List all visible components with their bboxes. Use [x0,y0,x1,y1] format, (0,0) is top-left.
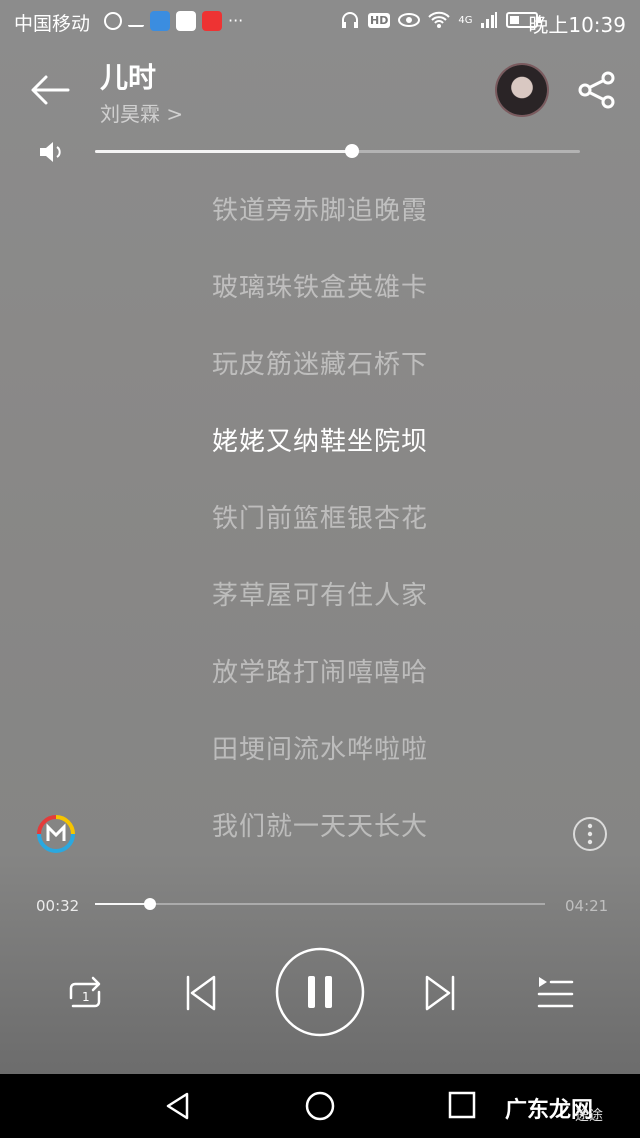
song-title: 儿时 [100,61,157,94]
volume-icon[interactable] [38,140,66,164]
lyric-line[interactable]: 铁门前篮框银杏花 [0,498,640,535]
previous-track-icon[interactable] [183,973,219,1013]
lyric-line[interactable]: 田埂间流水哗啦啦 [0,729,640,766]
music-app-logo-icon[interactable] [36,814,76,854]
current-time: 00:32 [36,897,80,915]
nav-recents-icon[interactable] [448,1091,476,1119]
lyric-line[interactable]: 铁道旁赤脚追晚霞 [0,190,640,227]
more-notifications-icon: ··· [228,11,244,30]
clock: 晚上10:39 [528,13,626,37]
nav-back-icon[interactable] [163,1091,193,1121]
status-bar: 中国移动 ··· HD 4G 晚上10:39 [0,0,640,44]
lyric-line[interactable]: 玻璃珠铁盒英雄卡 [0,267,640,304]
nav-home-icon[interactable] [304,1090,336,1122]
back-arrow-icon[interactable] [30,70,70,110]
progress-knob[interactable] [144,898,157,910]
toutiao-icon [202,11,222,31]
app-icon-blue [150,11,170,31]
playlist-icon[interactable] [535,974,575,1012]
lyric-line[interactable]: 玩皮筋迷藏石桥下 [0,344,640,381]
lyric-line[interactable]: 我们就一天天长大 [0,806,640,843]
lyric-line[interactable]: 茅草屋可有住人家 [0,575,640,612]
share-icon[interactable] [577,70,617,110]
headphones-icon [342,12,358,28]
youku-icon [176,11,196,31]
progress-fill [95,903,151,905]
repeat-mode-label: 1 [82,990,90,1004]
next-track-icon[interactable] [422,973,458,1013]
volume-fill [95,150,353,153]
signal-icon [481,12,498,28]
watermark-sub: 途途 [575,1108,603,1124]
hd-badge: HD [368,12,391,28]
carrier-label: 中国移动 [14,13,91,35]
artist-avatar[interactable] [497,65,547,115]
system-icons: HD 4G [340,10,542,30]
progress-bar[interactable] [95,898,545,910]
cloud-icon [128,15,144,27]
eye-icon [398,13,421,27]
volume-knob[interactable] [345,144,360,158]
total-time: 04:21 [565,897,609,915]
lyric-line-current[interactable]: 姥姥又纳鞋坐院坝 [0,421,640,458]
more-options-icon[interactable] [572,816,608,852]
wifi-icon [428,11,451,28]
network-type: 4G [458,14,473,26]
volume-slider[interactable] [95,144,580,158]
lyric-line[interactable]: 放学路打闹嘻嘻哈 [0,652,640,689]
netease-icon [104,12,122,30]
repeat-one-icon[interactable]: 1 [63,972,107,1016]
pause-button[interactable] [275,947,365,1037]
artist-link[interactable]: 刘昊霖 > [100,98,183,127]
notification-icons: ··· [104,11,243,31]
